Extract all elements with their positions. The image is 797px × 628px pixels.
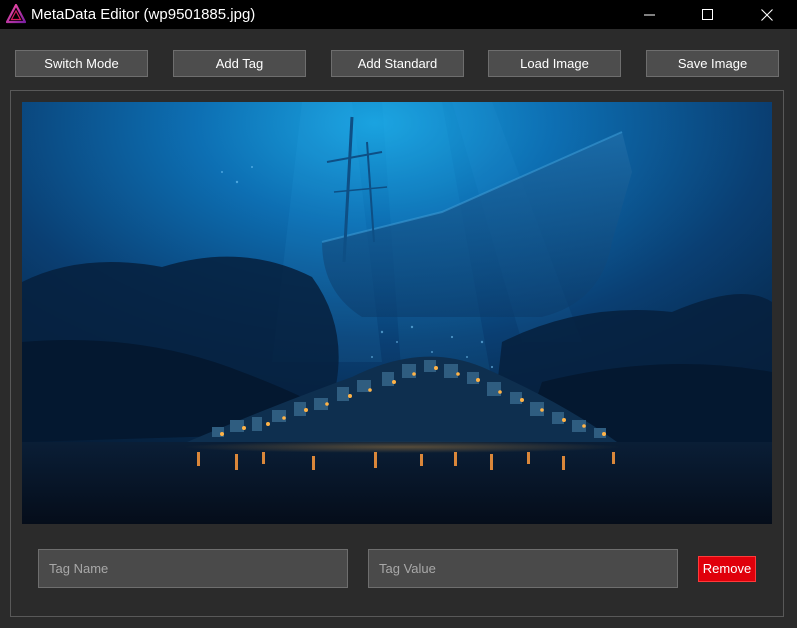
tag-value-input[interactable] bbox=[368, 549, 678, 588]
triangle-logo-icon bbox=[6, 4, 26, 24]
image-preview bbox=[22, 102, 772, 524]
close-button[interactable] bbox=[744, 0, 790, 29]
load-image-button[interactable]: Load Image bbox=[488, 50, 621, 77]
add-standard-button[interactable]: Add Standard bbox=[331, 50, 464, 77]
maximize-button[interactable] bbox=[685, 0, 731, 29]
add-tag-button[interactable]: Add Tag bbox=[173, 50, 306, 77]
underwater-ship-image bbox=[22, 102, 772, 524]
maximize-icon bbox=[702, 8, 713, 20]
close-icon bbox=[761, 8, 773, 21]
minimize-icon bbox=[644, 14, 655, 15]
minimize-button[interactable] bbox=[627, 0, 673, 29]
title-bar[interactable]: MetaData Editor (wp9501885.jpg) bbox=[0, 0, 797, 29]
tag-name-input[interactable] bbox=[38, 549, 348, 588]
window-title: MetaData Editor (wp9501885.jpg) bbox=[31, 6, 256, 23]
remove-button[interactable]: Remove bbox=[698, 556, 756, 582]
switch-mode-button[interactable]: Switch Mode bbox=[15, 50, 148, 77]
save-image-button[interactable]: Save Image bbox=[646, 50, 779, 77]
metadata-editor-window: MetaData Editor (wp9501885.jpg) Switch M… bbox=[0, 0, 797, 628]
